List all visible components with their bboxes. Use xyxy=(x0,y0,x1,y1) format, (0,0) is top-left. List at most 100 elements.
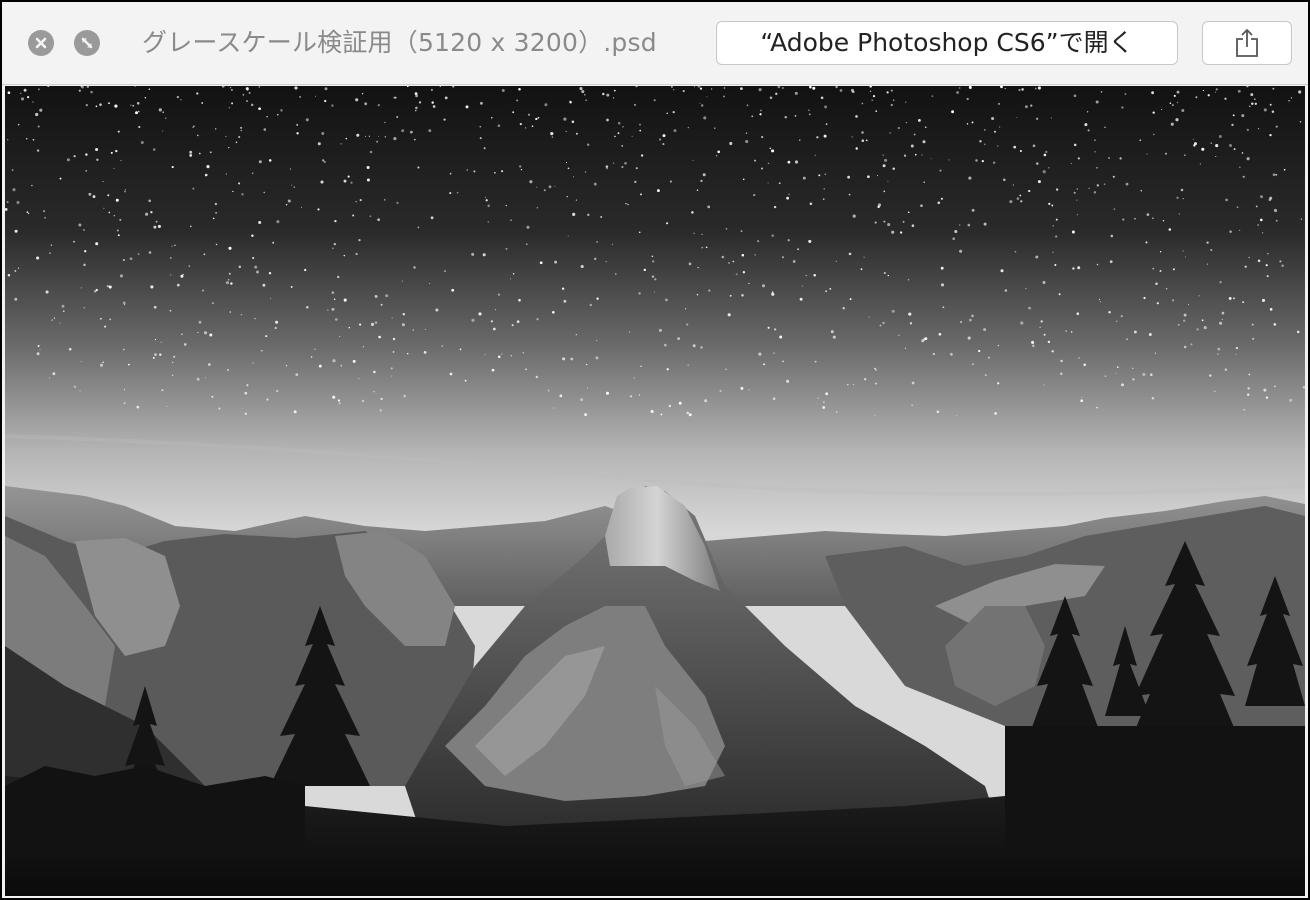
star xyxy=(1215,91,1217,93)
star xyxy=(1281,264,1284,268)
star xyxy=(1231,123,1234,127)
star xyxy=(633,377,635,379)
star xyxy=(1016,116,1018,119)
star xyxy=(1233,148,1236,151)
star xyxy=(1052,251,1054,253)
star xyxy=(758,352,762,356)
star xyxy=(869,90,872,93)
star xyxy=(1120,315,1123,318)
star xyxy=(699,87,703,90)
star xyxy=(1176,90,1180,94)
star xyxy=(1178,213,1181,215)
star xyxy=(1051,350,1054,353)
star xyxy=(742,178,745,181)
star xyxy=(735,273,738,276)
share-button[interactable] xyxy=(1202,21,1292,65)
star xyxy=(1154,352,1156,354)
star xyxy=(748,389,750,391)
star xyxy=(1093,191,1097,194)
star xyxy=(1122,218,1125,221)
star xyxy=(625,202,627,205)
star xyxy=(36,149,40,152)
star xyxy=(355,98,359,102)
star xyxy=(132,104,135,107)
open-with-photoshop-button[interactable]: “Adobe Photoshop CS6”で開く xyxy=(716,21,1178,65)
star xyxy=(1210,142,1213,145)
star xyxy=(23,88,27,92)
star xyxy=(691,211,694,214)
star xyxy=(700,104,704,107)
star xyxy=(44,216,47,219)
star xyxy=(1201,319,1204,322)
star xyxy=(585,99,587,101)
star xyxy=(1182,250,1184,252)
star xyxy=(704,399,708,403)
star xyxy=(32,101,34,103)
star xyxy=(911,381,915,385)
star xyxy=(1086,111,1089,113)
star xyxy=(1055,218,1058,221)
star xyxy=(192,187,195,190)
star xyxy=(1175,118,1179,122)
star xyxy=(85,103,88,107)
star xyxy=(102,180,104,183)
star xyxy=(116,229,119,232)
star xyxy=(270,297,272,299)
star xyxy=(1050,117,1052,119)
star xyxy=(135,111,138,115)
star xyxy=(516,320,520,324)
star xyxy=(692,159,694,161)
star xyxy=(536,206,539,209)
star xyxy=(511,324,514,327)
star xyxy=(566,195,568,198)
star xyxy=(364,102,368,106)
star xyxy=(321,132,325,135)
star xyxy=(1195,96,1198,99)
star xyxy=(361,93,364,95)
star xyxy=(1004,87,1006,90)
star xyxy=(547,389,550,392)
star xyxy=(417,226,420,229)
fullscreen-button[interactable] xyxy=(74,30,100,56)
star xyxy=(883,220,886,223)
star xyxy=(294,86,298,90)
star xyxy=(587,213,590,217)
star xyxy=(189,225,192,228)
star xyxy=(984,373,988,377)
star xyxy=(227,279,230,281)
star xyxy=(638,292,641,295)
star xyxy=(348,326,351,329)
star xyxy=(451,288,455,292)
star xyxy=(1146,153,1148,155)
star xyxy=(512,272,515,275)
star xyxy=(910,144,914,148)
star xyxy=(1077,157,1080,160)
star xyxy=(214,128,217,130)
close-button[interactable] xyxy=(28,30,54,56)
star xyxy=(758,88,762,92)
star xyxy=(913,133,916,136)
star xyxy=(861,139,865,143)
star xyxy=(640,365,642,367)
star xyxy=(816,136,819,139)
star xyxy=(78,223,82,227)
star xyxy=(1171,104,1174,107)
star xyxy=(479,137,482,140)
star xyxy=(1035,117,1039,120)
star xyxy=(51,319,53,321)
star xyxy=(340,143,342,145)
star xyxy=(73,240,75,243)
star xyxy=(773,352,775,354)
star xyxy=(285,365,288,367)
star xyxy=(153,225,157,229)
star xyxy=(148,199,151,203)
star xyxy=(639,193,643,196)
star xyxy=(1055,235,1058,238)
star xyxy=(1243,408,1246,411)
star xyxy=(393,137,397,141)
star xyxy=(203,253,206,256)
star xyxy=(740,386,744,390)
star xyxy=(337,275,340,279)
star xyxy=(911,404,913,406)
star xyxy=(1190,343,1193,346)
